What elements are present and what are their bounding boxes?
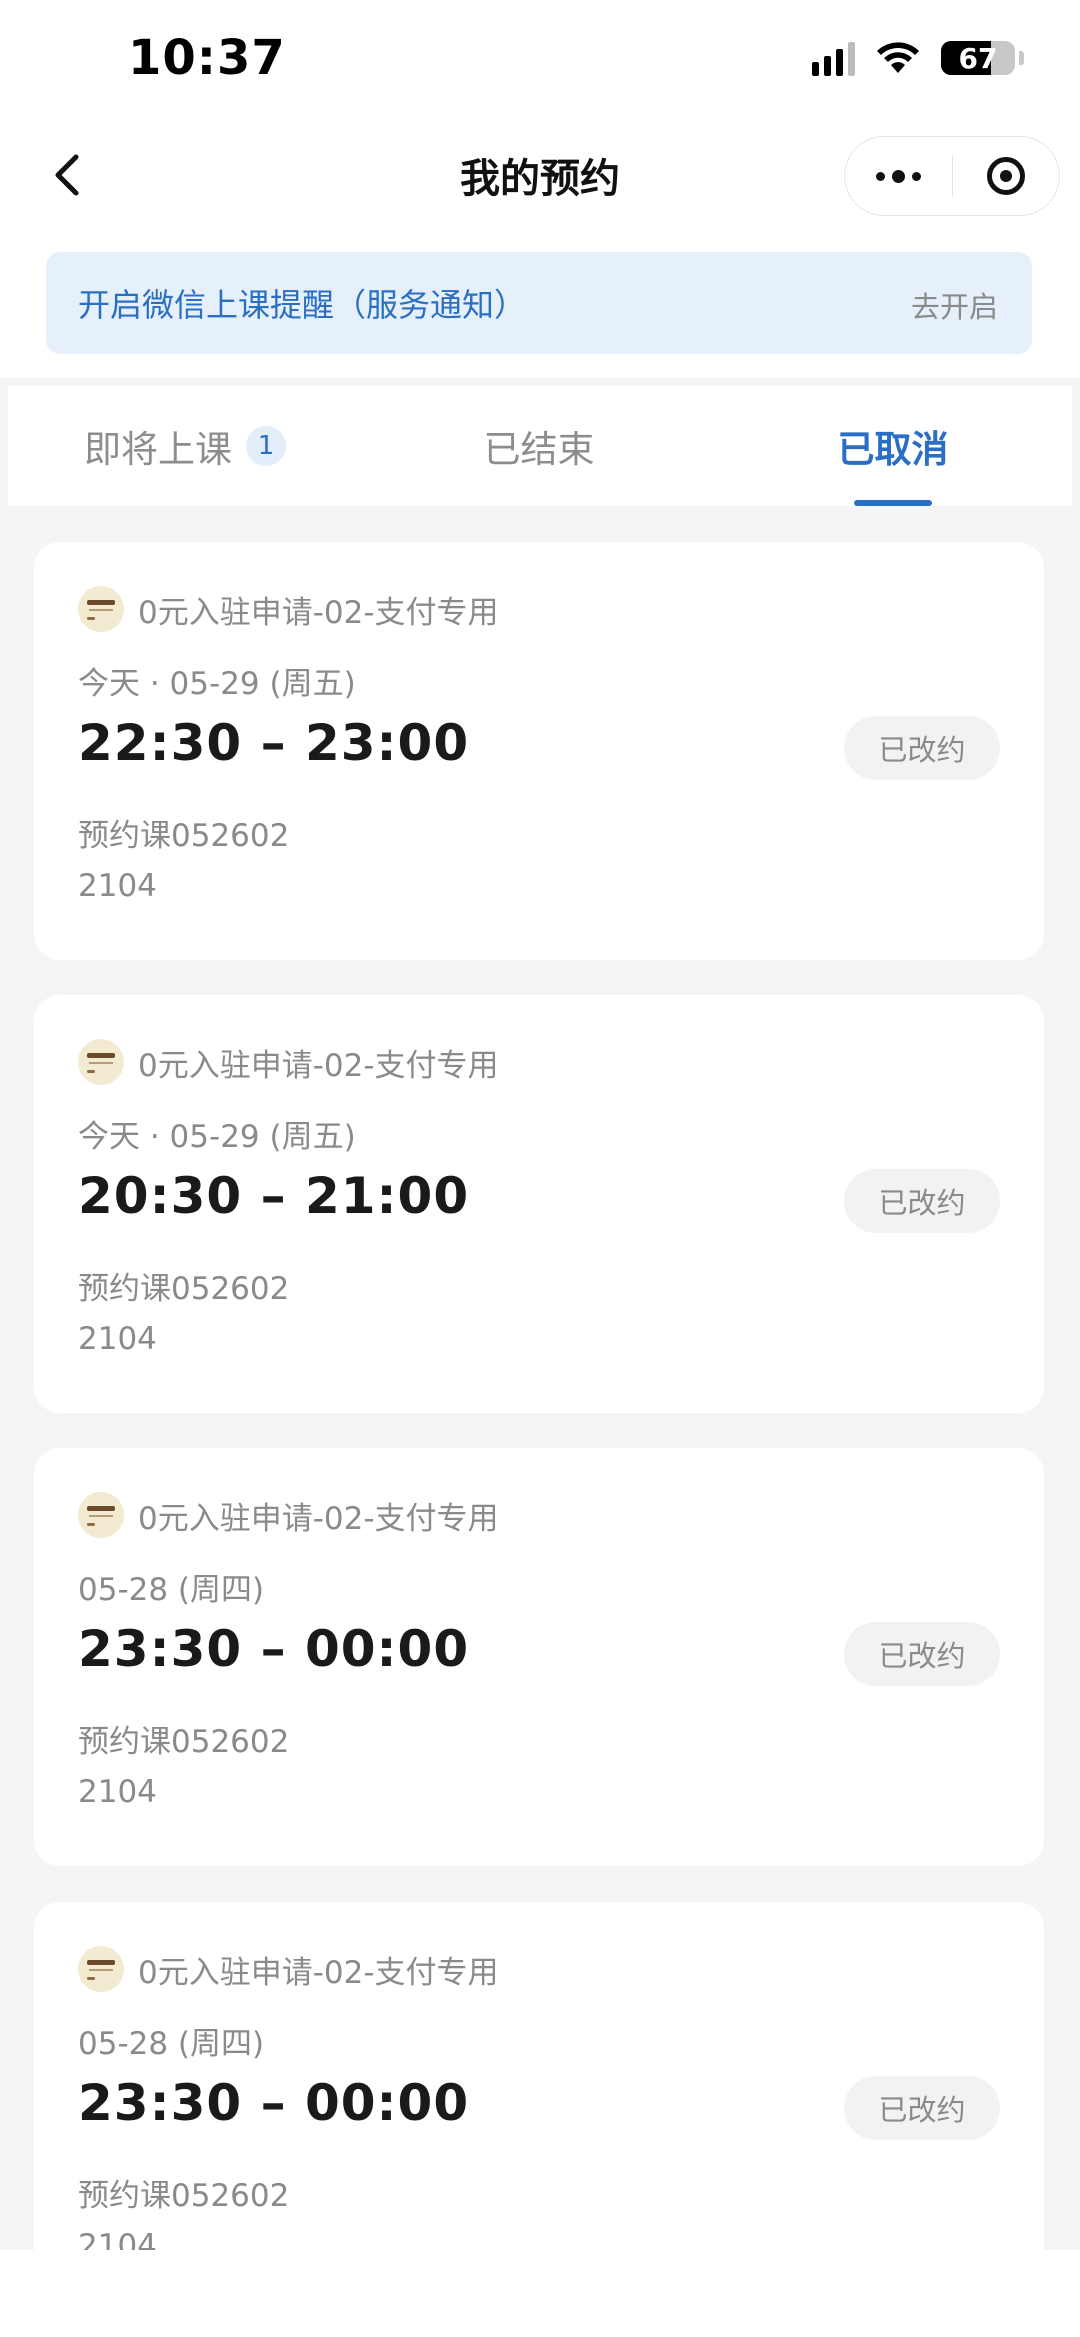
tab-count-badge: 1 xyxy=(246,426,286,466)
room-number: 2104 xyxy=(78,868,157,904)
card-brand: 0元入驻申请-02-支付专用 xyxy=(78,586,499,632)
bottom-safe-area xyxy=(0,2250,1080,2337)
status-badge: 已改约 xyxy=(844,716,1000,780)
signal-icon xyxy=(812,40,855,76)
miniprogram-capsule xyxy=(844,136,1060,216)
appointment-time: 22:30 – 23:00 xyxy=(78,714,470,772)
close-button[interactable] xyxy=(953,137,1060,215)
status-icons: 67 xyxy=(812,40,1024,76)
appointment-date: 今天 · 05-29 (周五) xyxy=(78,666,356,702)
more-button[interactable] xyxy=(845,137,952,215)
course-name: 预约课052602 xyxy=(78,818,290,854)
appointment-date: 今天 · 05-29 (周五) xyxy=(78,1119,356,1155)
active-tab-indicator xyxy=(854,500,932,506)
course-name: 预约课052602 xyxy=(78,1724,290,1760)
brand-logo-icon xyxy=(78,586,124,632)
battery-icon: 67 xyxy=(941,41,1015,75)
tab-bar: 即将上课 1 已结束 已取消 xyxy=(8,386,1072,506)
notice-banner[interactable]: 开启微信上课提醒（服务通知） 去开启 xyxy=(46,252,1032,354)
tab-cancelled[interactable]: 已取消 xyxy=(716,386,1070,506)
tab-label: 即将上课 xyxy=(84,428,232,471)
appointment-time: 23:30 – 00:00 xyxy=(78,2074,470,2132)
notice-text: 开启微信上课提醒（服务通知） xyxy=(78,286,527,324)
status-badge: 已改约 xyxy=(844,1622,1000,1686)
status-time: 10:37 xyxy=(128,30,286,86)
nav-bar: 我的预约 xyxy=(0,120,1080,230)
status-bar: 10:37 67 xyxy=(0,0,1080,120)
card-brand: 0元入驻申请-02-支付专用 xyxy=(78,1039,499,1085)
brand-name: 0元入驻申请-02-支付专用 xyxy=(138,1047,499,1084)
more-dots-icon xyxy=(875,169,921,183)
room-number: 2104 xyxy=(78,1774,157,1810)
tab-upcoming[interactable]: 即将上课 1 xyxy=(8,386,362,506)
appointment-time: 23:30 – 00:00 xyxy=(78,1620,470,1678)
appointment-time: 20:30 – 21:00 xyxy=(78,1167,470,1225)
tab-ended[interactable]: 已结束 xyxy=(362,386,716,506)
appointment-card[interactable]: 0元入驻申请-02-支付专用 今天 · 05-29 (周五) 20:30 – 2… xyxy=(34,995,1044,1413)
appointment-date: 05-28 (周四) xyxy=(78,2026,265,2062)
brand-name: 0元入驻申请-02-支付专用 xyxy=(138,594,499,631)
notice-section: 开启微信上课提醒（服务通知） 去开启 xyxy=(0,230,1080,378)
battery-cap xyxy=(1019,51,1024,65)
tab-label: 已结束 xyxy=(483,428,595,471)
card-brand: 0元入驻申请-02-支付专用 xyxy=(78,1946,499,1992)
target-circle-icon xyxy=(986,157,1025,195)
brand-logo-icon xyxy=(78,1946,124,1992)
room-number: 2104 xyxy=(78,1321,157,1357)
brand-name: 0元入驻申请-02-支付专用 xyxy=(138,1500,499,1537)
appointment-date: 05-28 (周四) xyxy=(78,1572,265,1608)
card-brand: 0元入驻申请-02-支付专用 xyxy=(78,1492,499,1538)
brand-name: 0元入驻申请-02-支付专用 xyxy=(138,1954,499,1991)
battery-level: 67 xyxy=(958,41,998,75)
appointment-card[interactable]: 0元入驻申请-02-支付专用 今天 · 05-29 (周五) 22:30 – 2… xyxy=(34,542,1044,960)
status-badge: 已改约 xyxy=(844,1169,1000,1233)
wifi-icon xyxy=(875,41,921,75)
tab-label: 已取消 xyxy=(837,428,949,471)
brand-logo-icon xyxy=(78,1492,124,1538)
appointment-card[interactable]: 0元入驻申请-02-支付专用 05-28 (周四) 23:30 – 00:00 … xyxy=(34,1448,1044,1866)
status-badge: 已改约 xyxy=(844,2076,1000,2140)
notice-enable-link[interactable]: 去开启 xyxy=(911,284,998,326)
brand-logo-icon xyxy=(78,1039,124,1085)
course-name: 预约课052602 xyxy=(78,2178,290,2214)
course-name: 预约课052602 xyxy=(78,1271,290,1307)
